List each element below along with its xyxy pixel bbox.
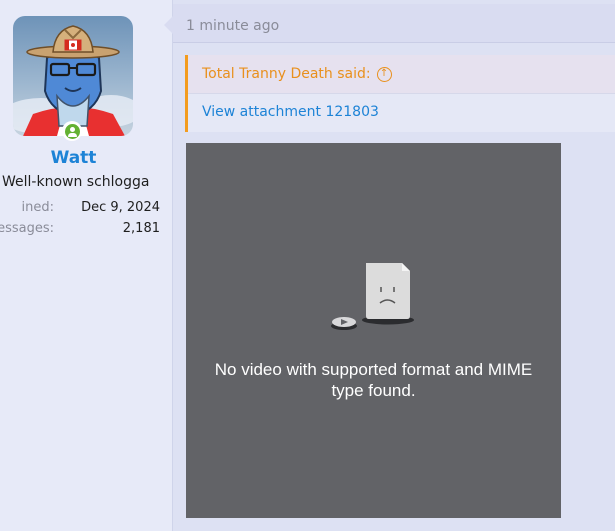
post-main: 1 minute ago Total Tranny Death said: ↑ … xyxy=(164,0,615,531)
user-sidebar: Watt Well-known schlogga ined: Dec 9, 20… xyxy=(0,0,173,531)
post-timestamp[interactable]: 1 minute ago xyxy=(186,18,279,34)
stat-messages-label: essages: xyxy=(0,221,54,236)
user-avatar[interactable] xyxy=(13,16,133,136)
stat-joined-label: ined: xyxy=(21,200,54,215)
post-header: 1 minute ago xyxy=(164,4,615,43)
quote-block: Total Tranny Death said: ↑ View attachme… xyxy=(185,55,615,132)
stat-joined: ined: Dec 9, 2024 xyxy=(0,200,160,218)
quote-header: Total Tranny Death said: ↑ xyxy=(188,55,615,94)
stat-joined-value: Dec 9, 2024 xyxy=(81,200,160,215)
online-status-icon xyxy=(62,121,82,141)
video-error-line2: type found. xyxy=(331,381,416,400)
avatar-image xyxy=(13,25,133,136)
sad-file-icon xyxy=(331,263,414,330)
user-title: Well-known schlogga xyxy=(2,174,150,190)
username-link[interactable]: Watt xyxy=(0,148,147,168)
video-player[interactable]: No video with supported format and MIME … xyxy=(186,143,561,518)
quote-author-link[interactable]: Total Tranny Death said: ↑ xyxy=(202,66,392,82)
video-error-line1: No video with supported format and MIME xyxy=(214,360,533,379)
arrow-up-circle-icon[interactable]: ↑ xyxy=(376,66,392,82)
video-error-message: No video with supported format and MIME … xyxy=(186,359,561,401)
stat-messages: essages: 2,181 xyxy=(0,221,160,239)
stat-messages-value: 2,181 xyxy=(122,221,160,236)
attachment-link[interactable]: View attachment 121803 xyxy=(202,104,379,120)
quote-author-text: Total Tranny Death said: xyxy=(202,66,371,82)
